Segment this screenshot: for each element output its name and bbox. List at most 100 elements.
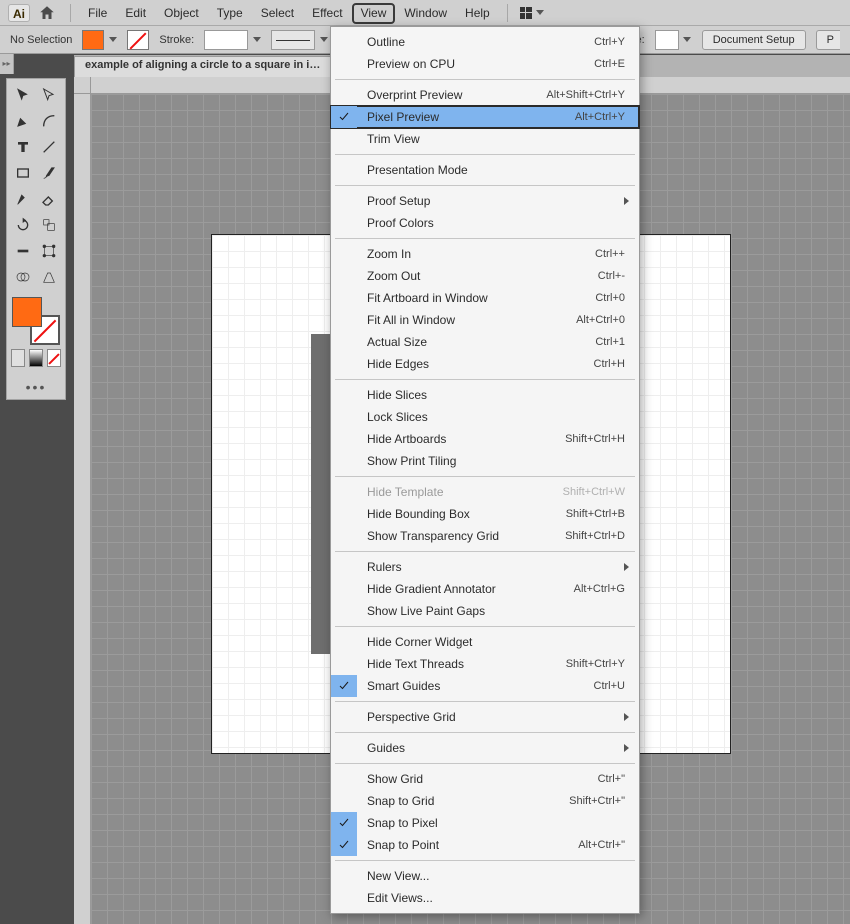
menu-item-show-transparency-grid[interactable]: Show Transparency GridShift+Ctrl+D [331, 525, 639, 547]
menu-item-hide-corner-widget[interactable]: Hide Corner Widget [331, 631, 639, 653]
menu-item-actual-size[interactable]: Actual SizeCtrl+1 [331, 331, 639, 353]
home-icon[interactable] [38, 4, 56, 22]
document-setup-button[interactable]: Document Setup [702, 30, 806, 50]
none-mode-button[interactable] [47, 349, 61, 367]
menu-shortcut: Shift+Ctrl+W [563, 486, 625, 498]
color-mode-button[interactable] [11, 349, 25, 367]
menu-item-hide-text-threads[interactable]: Hide Text ThreadsShift+Ctrl+Y [331, 653, 639, 675]
chevron-down-icon [536, 10, 544, 15]
check-icon [331, 675, 357, 697]
menu-item-smart-guides[interactable]: Smart GuidesCtrl+U [331, 675, 639, 697]
tool-type[interactable] [11, 135, 35, 159]
menu-item-outline[interactable]: OutlineCtrl+Y [331, 31, 639, 53]
menu-window[interactable]: Window [395, 3, 456, 24]
menu-item-trim-view[interactable]: Trim View [331, 128, 639, 150]
stroke-swatch-none[interactable] [127, 30, 149, 50]
dock-collapse-handle[interactable]: ▸▸ [0, 54, 14, 74]
menu-item-snap-to-pixel[interactable]: Snap to Pixel [331, 812, 639, 834]
menu-select[interactable]: Select [252, 3, 303, 24]
submenu-arrow-icon [624, 744, 629, 752]
menu-item-fit-artboard-in-window[interactable]: Fit Artboard in WindowCtrl+0 [331, 287, 639, 309]
menu-item-hide-slices[interactable]: Hide Slices [331, 384, 639, 406]
menu-shortcut: Shift+Ctrl+D [565, 530, 625, 542]
menu-item-proof-setup[interactable]: Proof Setup [331, 190, 639, 212]
selection-status: No Selection [10, 34, 72, 46]
document-tab[interactable]: example of aligning a circle to a square… [74, 56, 334, 77]
menu-item-hide-edges[interactable]: Hide EdgesCtrl+H [331, 353, 639, 375]
fill-indicator[interactable] [12, 297, 42, 327]
edit-toolbar-button[interactable]: ••• [11, 379, 61, 395]
menu-separator [335, 626, 635, 627]
menu-item-hide-gradient-annotator[interactable]: Hide Gradient AnnotatorAlt+Ctrl+G [331, 578, 639, 600]
menu-item-rulers[interactable]: Rulers [331, 556, 639, 578]
tool-shape-builder[interactable] [11, 265, 35, 289]
gradient-mode-button[interactable] [29, 349, 43, 367]
menu-item-snap-to-grid[interactable]: Snap to GridShift+Ctrl+" [331, 790, 639, 812]
menu-item-perspective-grid[interactable]: Perspective Grid [331, 706, 639, 728]
menu-item-presentation-mode[interactable]: Presentation Mode [331, 159, 639, 181]
tool-paintbrush[interactable] [37, 161, 61, 185]
menu-item-hide-template: Hide TemplateShift+Ctrl+W [331, 481, 639, 503]
menu-item-guides[interactable]: Guides [331, 737, 639, 759]
menu-separator [335, 154, 635, 155]
fill-swatch[interactable] [82, 30, 117, 50]
menu-item-zoom-in[interactable]: Zoom InCtrl++ [331, 243, 639, 265]
menu-item-new-view[interactable]: New View... [331, 865, 639, 887]
tool-rotate[interactable] [11, 213, 35, 237]
menu-effect[interactable]: Effect [303, 3, 351, 24]
tool-pen[interactable] [11, 109, 35, 133]
menu-item-show-live-paint-gaps[interactable]: Show Live Paint Gaps [331, 600, 639, 622]
stroke-profile-field[interactable] [271, 30, 328, 50]
ruler-origin[interactable] [74, 77, 91, 94]
fill-stroke-indicator[interactable] [12, 297, 60, 345]
menu-item-lock-slices[interactable]: Lock Slices [331, 406, 639, 428]
preferences-button[interactable]: P [816, 30, 840, 50]
tool-selection[interactable] [11, 83, 35, 107]
tool-width[interactable] [11, 239, 35, 263]
menu-item-snap-to-point[interactable]: Snap to PointAlt+Ctrl+" [331, 834, 639, 856]
menu-separator [335, 185, 635, 186]
menu-item-show-print-tiling[interactable]: Show Print Tiling [331, 450, 639, 472]
menu-item-zoom-out[interactable]: Zoom OutCtrl+- [331, 265, 639, 287]
tool-shaper[interactable] [11, 187, 35, 211]
graphic-style-field[interactable] [655, 30, 692, 50]
menu-separator [335, 860, 635, 861]
menu-shortcut: Ctrl+0 [595, 292, 625, 304]
menu-item-edit-views[interactable]: Edit Views... [331, 887, 639, 909]
tool-eraser[interactable] [37, 187, 61, 211]
menu-view[interactable]: View [352, 3, 396, 24]
tool-direct-selection[interactable] [37, 83, 61, 107]
submenu-arrow-icon [624, 713, 629, 721]
tool-line[interactable] [37, 135, 61, 159]
menu-edit[interactable]: Edit [116, 3, 155, 24]
menu-item-preview-on-cpu[interactable]: Preview on CPUCtrl+E [331, 53, 639, 75]
menu-item-pixel-preview[interactable]: Pixel PreviewAlt+Ctrl+Y [331, 106, 639, 128]
workspace-switcher[interactable] [520, 7, 544, 19]
menu-help[interactable]: Help [456, 3, 499, 24]
tool-curvature[interactable] [37, 109, 61, 133]
menu-file[interactable]: File [79, 3, 116, 24]
tool-scale[interactable] [37, 213, 61, 237]
menu-separator [335, 379, 635, 380]
menu-shortcut: Ctrl+E [594, 58, 625, 70]
fill-color-swatch[interactable] [82, 30, 104, 50]
menu-item-fit-all-in-window[interactable]: Fit All in WindowAlt+Ctrl+0 [331, 309, 639, 331]
tool-rectangle[interactable] [11, 161, 35, 185]
menu-separator [335, 732, 635, 733]
menu-item-show-grid[interactable]: Show GridCtrl+" [331, 768, 639, 790]
menu-item-hide-artboards[interactable]: Hide ArtboardsShift+Ctrl+H [331, 428, 639, 450]
menu-item-hide-bounding-box[interactable]: Hide Bounding BoxShift+Ctrl+B [331, 503, 639, 525]
tool-perspective[interactable] [37, 265, 61, 289]
menu-separator [335, 476, 635, 477]
menu-shortcut: Shift+Ctrl+Y [566, 658, 625, 670]
tool-free-transform[interactable] [37, 239, 61, 263]
separator [507, 4, 508, 22]
menu-object[interactable]: Object [155, 3, 208, 24]
stroke-weight-field[interactable] [204, 30, 261, 50]
menu-item-proof-colors[interactable]: Proof Colors [331, 212, 639, 234]
menu-item-overprint-preview[interactable]: Overprint PreviewAlt+Shift+Ctrl+Y [331, 84, 639, 106]
vertical-ruler[interactable] [74, 77, 91, 924]
menu-shortcut: Shift+Ctrl+" [569, 795, 625, 807]
menu-type[interactable]: Type [208, 3, 252, 24]
ai-logo: Ai [8, 4, 30, 22]
